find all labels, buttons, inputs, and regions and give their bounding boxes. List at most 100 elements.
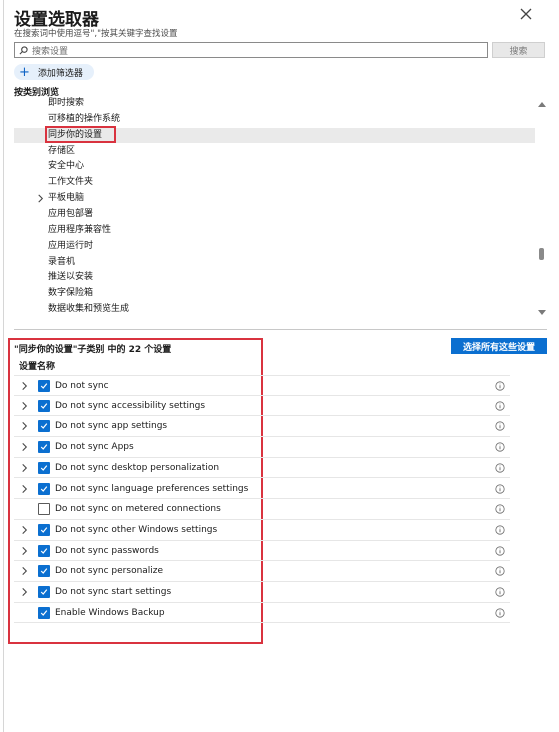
setting-label: Do not sync desktop personalization (55, 462, 220, 473)
category-item[interactable]: 安全中心 (14, 159, 535, 174)
setting-checkbox[interactable] (38, 420, 50, 433)
chevron-right-icon[interactable] (20, 401, 29, 411)
category-item[interactable]: 存储区 (14, 144, 535, 159)
selected-category-highlight (45, 126, 116, 143)
category-item[interactable]: 工作文件夹 (14, 175, 535, 190)
scroll-thumb[interactable] (539, 248, 544, 260)
category-label: 录音机 (48, 256, 76, 267)
chevron-right-icon[interactable] (20, 421, 29, 431)
setting-row[interactable]: Do not sync (14, 375, 510, 396)
setting-checkbox[interactable] (38, 482, 50, 495)
chevron-right-icon[interactable] (36, 194, 45, 203)
setting-row[interactable]: Do not sync other Windows settings (14, 520, 510, 541)
category-label: 存储区 (48, 145, 76, 156)
info-icon[interactable] (495, 608, 505, 618)
category-item[interactable]: 推送以安装 (14, 270, 535, 285)
category-item[interactable]: 可移植的操作系统 (14, 112, 535, 127)
checkmark-icon (40, 402, 48, 409)
info-icon[interactable] (495, 566, 505, 576)
category-label: 数字保险箱 (48, 288, 94, 299)
category-item[interactable]: 平板电脑 (14, 191, 535, 206)
setting-label: Do not sync (55, 381, 109, 391)
chevron-right-icon[interactable] (20, 566, 29, 576)
panel-edge (3, 0, 4, 732)
chevron-right-icon[interactable] (20, 442, 29, 452)
chevron-right-icon[interactable] (20, 381, 29, 391)
plus-icon: + (19, 64, 30, 80)
category-item[interactable]: 录音机 (14, 255, 535, 270)
setting-checkbox[interactable] (38, 399, 50, 412)
add-filter-label: 添加筛选器 (37, 68, 83, 79)
search-input[interactable]: 搜索设置 (14, 42, 488, 58)
setting-row[interactable]: Do not sync Apps (14, 437, 510, 458)
scroll-down-arrow-icon[interactable] (538, 310, 546, 315)
info-icon[interactable] (495, 401, 505, 411)
setting-row[interactable]: Do not sync accessibility settings (14, 396, 510, 417)
setting-row[interactable]: Do not sync desktop personalization (14, 458, 510, 479)
chevron-right-icon[interactable] (20, 484, 29, 494)
category-item[interactable]: 应用运行时 (14, 239, 535, 254)
info-icon[interactable] (495, 587, 505, 597)
setting-checkbox[interactable] (38, 461, 50, 474)
column-header-setting-name[interactable]: 设置名称 (19, 359, 55, 372)
checkmark-icon (40, 485, 48, 492)
checkmark-icon (40, 423, 48, 430)
setting-row[interactable]: Do not sync on metered connections (14, 499, 510, 520)
setting-checkbox[interactable] (38, 380, 50, 392)
info-icon[interactable] (495, 545, 505, 556)
info-icon[interactable] (495, 525, 505, 535)
setting-checkbox[interactable] (38, 544, 50, 557)
checkmark-icon (40, 383, 48, 389)
chevron-right-icon[interactable] (20, 463, 29, 473)
setting-row[interactable]: Do not sync personalize (14, 561, 510, 582)
add-filter-button[interactable]: + 添加筛选器 (14, 64, 94, 80)
section-divider (14, 329, 547, 330)
chevron-right-icon[interactable] (20, 546, 29, 556)
checkmark-icon (40, 568, 48, 575)
chevron-right-icon[interactable] (20, 525, 29, 535)
checkmark-icon (40, 527, 48, 533)
checkmark-icon (40, 547, 48, 554)
setting-label: Do not sync personalize (55, 566, 164, 577)
checkmark-icon (40, 465, 48, 471)
search-hint: 在搜索词中使用逗号","按其关键字查找设置 (14, 29, 178, 39)
close-icon[interactable] (518, 6, 534, 22)
category-item[interactable]: 数字保险箱 (14, 286, 535, 301)
category-scrollbar[interactable] (537, 98, 547, 320)
chevron-right-icon[interactable] (20, 587, 29, 597)
setting-checkbox[interactable] (38, 523, 50, 536)
info-icon[interactable] (495, 381, 505, 391)
setting-checkbox[interactable] (38, 441, 50, 454)
category-label: 工作文件夹 (48, 177, 94, 188)
select-all-button[interactable]: 选择所有这些设置 (451, 338, 547, 354)
setting-label: Do not sync on metered connections (55, 504, 221, 515)
setting-checkbox[interactable] (38, 503, 50, 516)
setting-checkbox[interactable] (38, 565, 50, 578)
info-icon[interactable] (495, 421, 505, 431)
category-label: 平板电脑 (48, 193, 85, 204)
setting-label: Enable Windows Backup (55, 607, 165, 618)
checkmark-icon (40, 609, 48, 616)
category-item[interactable]: 数据收集和预览生成 (14, 302, 535, 317)
info-icon[interactable] (495, 463, 505, 473)
category-item[interactable]: 即时搜索 (14, 96, 535, 111)
category-item[interactable]: 应用程序兼容性 (14, 223, 535, 238)
category-label: 应用包部署 (48, 208, 94, 219)
setting-label: Do not sync app settings (55, 421, 168, 432)
setting-row[interactable]: Do not sync app settings (14, 416, 510, 438)
setting-checkbox[interactable] (38, 586, 50, 598)
category-label: 可移植的操作系统 (48, 113, 121, 124)
setting-row[interactable]: Enable Windows Backup (14, 603, 510, 624)
scroll-up-arrow-icon[interactable] (538, 102, 546, 107)
setting-row[interactable]: Do not sync start settings (14, 582, 510, 603)
category-label: 应用运行时 (48, 240, 94, 251)
category-item[interactable]: 应用包部署 (14, 207, 535, 222)
setting-checkbox[interactable] (38, 606, 50, 619)
info-icon[interactable] (495, 504, 505, 514)
category-label: 数据收集和预览生成 (48, 304, 130, 315)
info-icon[interactable] (495, 442, 505, 452)
setting-row[interactable]: Do not sync passwords (14, 541, 510, 562)
info-icon[interactable] (495, 483, 505, 494)
search-button[interactable]: 搜索 (492, 42, 545, 58)
setting-row[interactable]: Do not sync language preferences setting… (14, 479, 510, 500)
